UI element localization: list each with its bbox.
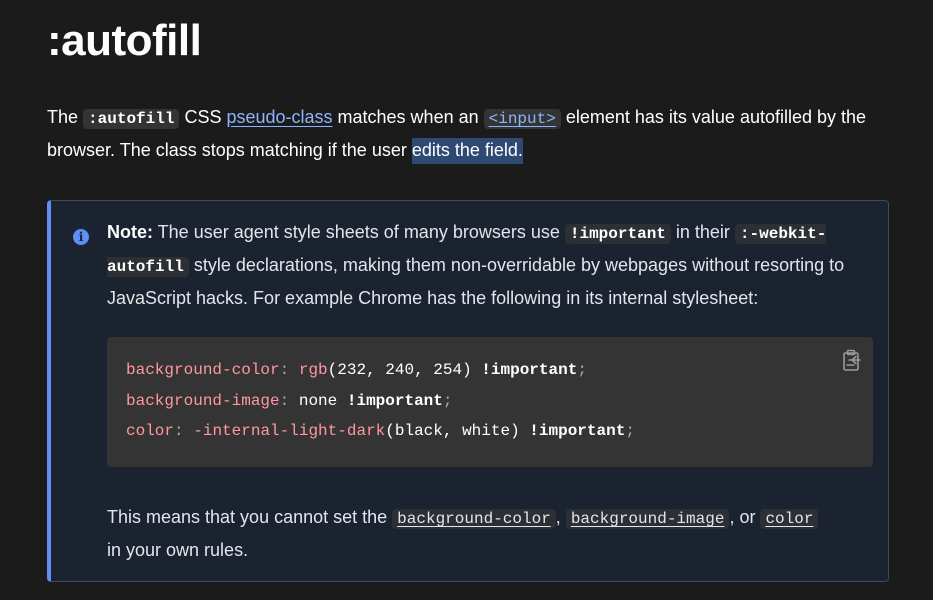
code-important: !important [346, 391, 443, 410]
code-semicolon: ; [577, 361, 587, 379]
code-block: background-color: rgb(232, 240, 254) !im… [107, 337, 873, 467]
background-image-link[interactable]: background-image [565, 507, 730, 529]
color-link[interactable]: color [760, 507, 819, 529]
separator-text: , or [729, 507, 761, 527]
note-text: This means that you cannot set the [107, 507, 393, 527]
note-text: in your own rules. [107, 540, 249, 560]
page: :autofill The :autofill CSS pseudo-class… [0, 0, 933, 600]
code-colon: : [279, 361, 290, 379]
note-followup-paragraph: This means that you cannot set the backg… [107, 502, 877, 566]
input-code: <input> [483, 109, 561, 129]
code-line: color: -internal-light-dark(black, white… [126, 422, 635, 440]
color-code: color [760, 509, 819, 529]
code-colon: : [279, 391, 290, 410]
background-image-code: background-image [565, 509, 730, 529]
note-text: style declarations, making them non-over… [107, 255, 845, 308]
code-property: background-color [126, 361, 280, 379]
code-semicolon: ; [442, 391, 453, 410]
background-color-link[interactable]: background-color [392, 507, 556, 529]
info-icon: i [73, 229, 89, 245]
code-property: background-image [126, 391, 280, 410]
code-content: background-color: rgb(232, 240, 254) !im… [126, 355, 854, 447]
code-important: !important [481, 361, 578, 379]
intro-text: The [47, 107, 84, 127]
code-args: (black, white) [385, 422, 520, 440]
autofill-code: :autofill [83, 109, 180, 129]
note-text: in their [670, 222, 735, 242]
code-function: -internal-light-dark [193, 422, 386, 440]
pseudo-class-link[interactable]: pseudo-class [226, 107, 332, 127]
code-property: color [126, 422, 175, 440]
note-label: Note: [107, 222, 153, 242]
code-important: !important [529, 422, 626, 440]
code-function: rgb [298, 361, 328, 379]
code-line: background-color: rgb(232, 240, 254) !im… [126, 361, 587, 379]
code-colon: : [174, 422, 184, 440]
code-line: background-image: none !important; [126, 392, 452, 410]
intro-text: CSS [179, 107, 227, 127]
note-text: The user agent style sheets of many brow… [153, 222, 565, 242]
code-value: none [298, 391, 338, 410]
page-title: :autofill [47, 16, 202, 65]
input-element-link[interactable]: <input> [483, 107, 561, 129]
intro-text: matches when an [332, 107, 484, 127]
note-callout: i Note: The user agent style sheets of m… [47, 200, 889, 582]
clipboard-icon[interactable] [841, 349, 863, 373]
code-semicolon: ; [625, 422, 635, 440]
important-code: !important [564, 224, 671, 244]
separator-text: , [555, 507, 566, 527]
background-color-code: background-color [392, 509, 556, 529]
intro-paragraph: The :autofill CSS pseudo-class matches w… [47, 102, 897, 166]
selected-text: edits the field. [411, 138, 523, 164]
code-args: (232, 240, 254) [327, 361, 472, 379]
note-paragraph: Note: The user agent style sheets of man… [107, 217, 877, 314]
